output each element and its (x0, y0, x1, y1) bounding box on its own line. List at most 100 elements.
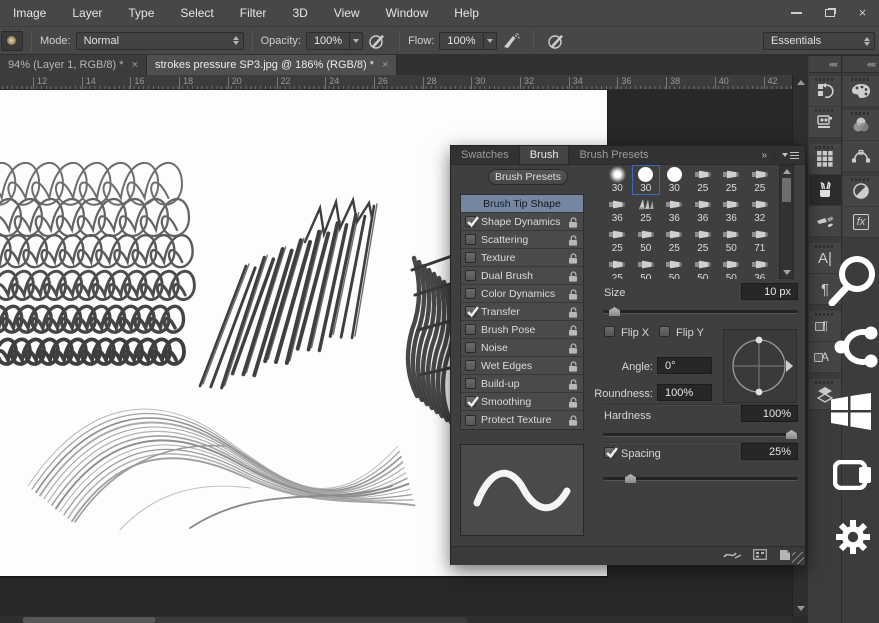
tab-close-icon[interactable]: × (382, 59, 388, 71)
share-charm[interactable] (833, 325, 879, 372)
setting-checkbox[interactable] (465, 396, 476, 407)
scrollbar-thumb[interactable] (782, 178, 791, 202)
tab-close-icon[interactable]: × (132, 59, 138, 71)
setting-checkbox[interactable] (465, 306, 476, 317)
size-value[interactable]: 10 px (741, 283, 798, 300)
opacity-dropdown[interactable]: 100% (306, 32, 363, 50)
swatch-grid-icon[interactable] (809, 144, 841, 175)
setting-checkbox[interactable] (465, 234, 476, 245)
setting-noise[interactable]: Noise (461, 339, 583, 357)
menu-type[interactable]: Type (115, 0, 167, 27)
close-button[interactable]: × (846, 0, 879, 25)
collapse-panels-icon[interactable]: «« (809, 56, 841, 73)
brush-panel-icon[interactable] (809, 175, 841, 206)
settings-charm[interactable] (834, 518, 872, 559)
setting-build-up[interactable]: Build-up (461, 375, 583, 393)
brush-tip[interactable]: 50 (632, 225, 661, 255)
setting-checkbox[interactable] (465, 270, 476, 281)
airbrush-icon[interactable] (501, 31, 521, 51)
menu-view[interactable]: View (321, 0, 373, 27)
new-brush-icon[interactable] (779, 549, 791, 564)
setting-checkbox[interactable] (465, 288, 476, 299)
brush-tip[interactable]: 50 (717, 225, 746, 255)
horizontal-scrollbar-thumb[interactable] (23, 617, 155, 623)
setting-checkbox[interactable] (465, 216, 476, 227)
menu-window[interactable]: Window (373, 0, 442, 27)
styles-fx-icon[interactable]: fx (843, 207, 879, 238)
tab-brush[interactable]: Brush (519, 146, 570, 164)
brush-tip[interactable]: 25 (746, 165, 775, 195)
spacing-value[interactable]: 25% (741, 443, 798, 460)
hardness-slider[interactable] (603, 429, 798, 439)
tab-brush-presets[interactable]: Brush Presets (569, 146, 658, 164)
flow-dropdown[interactable]: 100% (439, 32, 496, 50)
unlock-icon[interactable] (567, 360, 579, 373)
brush-tip[interactable]: 50 (689, 255, 718, 279)
brush-tip[interactable]: 71 (746, 225, 775, 255)
color-harmony-icon[interactable] (843, 110, 879, 141)
scroll-down-icon[interactable] (797, 606, 805, 611)
brush-tip[interactable]: 32 (746, 195, 775, 225)
scroll-up-icon[interactable] (783, 169, 791, 174)
setting-texture[interactable]: Texture (461, 249, 583, 267)
brush-tip[interactable]: 36 (660, 195, 689, 225)
spacing-checkbox[interactable] (604, 447, 615, 458)
unlock-icon[interactable] (567, 342, 579, 355)
restore-button[interactable] (813, 0, 846, 25)
stroke-preview-toggle-icon[interactable] (723, 549, 741, 564)
horizontal-scrollbar-track[interactable] (155, 617, 467, 623)
search-charm[interactable] (827, 252, 879, 309)
brush-presets-icon[interactable] (809, 206, 841, 237)
angle-input[interactable]: 0° (657, 357, 712, 374)
preset-manager-icon[interactable] (753, 549, 767, 563)
brush-tip[interactable]: 30 (603, 165, 632, 195)
adjustments-icon[interactable] (843, 176, 879, 207)
unlock-icon[interactable] (567, 216, 579, 229)
brush-grid-scrollbar[interactable] (779, 165, 794, 279)
brush-tip[interactable]: 25 (632, 195, 661, 225)
brush-tip[interactable]: 36 (689, 195, 718, 225)
menu-image[interactable]: Image (0, 0, 59, 27)
brush-tip[interactable]: 36 (746, 255, 775, 279)
setting-brush-tip-shape-selected[interactable]: Brush Tip Shape (461, 195, 583, 213)
setting-color-dynamics[interactable]: Color Dynamics (461, 285, 583, 303)
brush-tip[interactable]: 50 (660, 255, 689, 279)
setting-checkbox[interactable] (465, 252, 476, 263)
panel-resize-grip[interactable] (792, 552, 804, 564)
unlock-icon[interactable] (567, 324, 579, 337)
dropdown-arrow-icon[interactable] (349, 33, 362, 49)
setting-smoothing[interactable]: Smoothing (461, 393, 583, 411)
brush-tip[interactable]: 25 (689, 225, 718, 255)
color-panel-icon[interactable] (843, 76, 879, 107)
brush-tip[interactable]: 25 (689, 165, 718, 195)
setting-wet-edges[interactable]: Wet Edges (461, 357, 583, 375)
brush-tip[interactable]: 25 (603, 255, 632, 279)
brush-presets-button[interactable]: Brush Presets (488, 169, 568, 185)
setting-protect-texture[interactable]: Protect Texture (461, 411, 583, 429)
tool-preset-picker[interactable] (1, 31, 23, 51)
document-tab[interactable]: 94% (Layer 1, RGB/8) * × (0, 55, 147, 75)
brush-tip[interactable]: 36 (603, 195, 632, 225)
menu-3d[interactable]: 3D (279, 0, 320, 27)
brush-tip[interactable]: 50 (632, 255, 661, 279)
setting-checkbox[interactable] (465, 342, 476, 353)
pressure-opacity-icon[interactable] (367, 31, 387, 51)
devices-charm[interactable] (833, 460, 873, 493)
setting-checkbox[interactable] (465, 324, 476, 335)
properties-icon[interactable] (809, 107, 841, 138)
expand-panel-icon[interactable]: » (761, 150, 766, 161)
size-slider[interactable] (603, 306, 798, 316)
roundness-input[interactable]: 100% (657, 384, 712, 401)
start-charm[interactable] (831, 393, 871, 433)
setting-checkbox[interactable] (465, 415, 476, 426)
scroll-up-icon[interactable] (797, 80, 805, 85)
flip-x-checkbox[interactable] (604, 326, 615, 337)
setting-checkbox[interactable] (465, 360, 476, 371)
setting-transfer[interactable]: Transfer (461, 303, 583, 321)
pressure-size-icon[interactable] (546, 31, 566, 51)
setting-checkbox[interactable] (465, 378, 476, 389)
tab-swatches[interactable]: Swatches (451, 146, 519, 164)
hardness-value[interactable]: 100% (741, 405, 798, 422)
paths-icon[interactable] (843, 141, 879, 172)
brush-tip[interactable]: 36 (717, 195, 746, 225)
